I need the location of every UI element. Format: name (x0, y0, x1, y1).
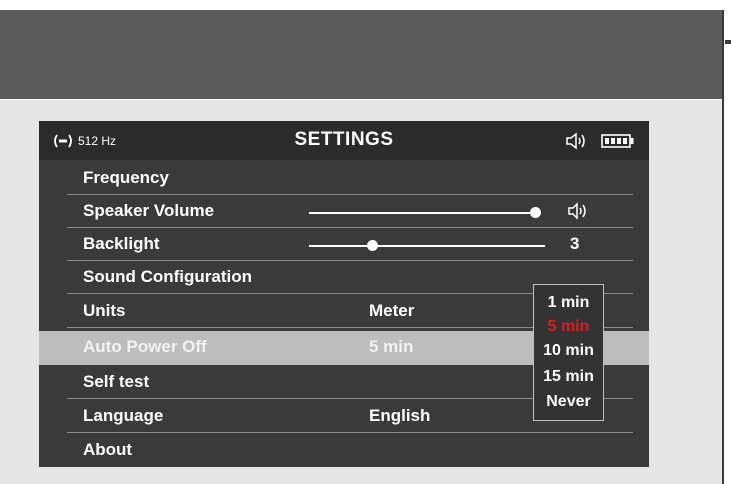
menu-item-label: Speaker Volume (83, 201, 215, 220)
menu-item-label: Units (83, 301, 126, 320)
dropdown-option[interactable]: 15 min (534, 368, 603, 386)
auto-power-off-dropdown[interactable]: 1 min 5 min 10 min 15 min Never (533, 284, 604, 421)
backlight-slider-track[interactable] (309, 245, 545, 247)
corner-mark (725, 40, 731, 44)
menu-item-label: Auto Power Off (83, 337, 207, 356)
volume-slider-knob[interactable] (530, 207, 541, 218)
menu-item-label: Self test (83, 372, 150, 391)
backlight-slider-knob[interactable] (367, 240, 378, 251)
auto-power-off-value: 5 min (369, 337, 414, 356)
menu-item-label: Backlight (83, 234, 160, 253)
status-bar: 512 Hz SETTINGS (39, 121, 649, 160)
screen-title: SETTINGS (294, 129, 394, 150)
speaker-icon (564, 131, 590, 151)
backlight-value: 3 (570, 234, 580, 253)
menu-item-label: Frequency (83, 168, 169, 187)
menu-item-frequency[interactable]: Frequency (39, 162, 649, 195)
dropdown-option[interactable]: 10 min (534, 342, 603, 360)
menu-item-label: About (83, 440, 133, 459)
row-divider (67, 432, 633, 433)
units-value: Meter (369, 301, 415, 320)
volume-slider-track[interactable] (309, 212, 536, 214)
menu-item-label: Sound Configuration (83, 267, 253, 286)
dropdown-option[interactable]: 1 min (534, 294, 603, 312)
speaker-icon (567, 201, 589, 221)
language-value: English (369, 406, 431, 425)
dropdown-option-selected[interactable]: 5 min (534, 318, 603, 336)
menu-item-speaker-volume[interactable]: Speaker Volume (39, 195, 649, 228)
menu-item-backlight[interactable]: Backlight 3 (39, 228, 649, 261)
menu-item-label: Language (83, 406, 164, 425)
battery-icon (601, 133, 635, 149)
header-band (0, 10, 722, 99)
dropdown-option[interactable]: Never (534, 393, 603, 411)
frequency-indicator: 512 Hz (78, 134, 117, 148)
signal-icon (53, 133, 73, 149)
right-border (722, 10, 724, 484)
menu-item-about[interactable]: About (39, 434, 649, 467)
